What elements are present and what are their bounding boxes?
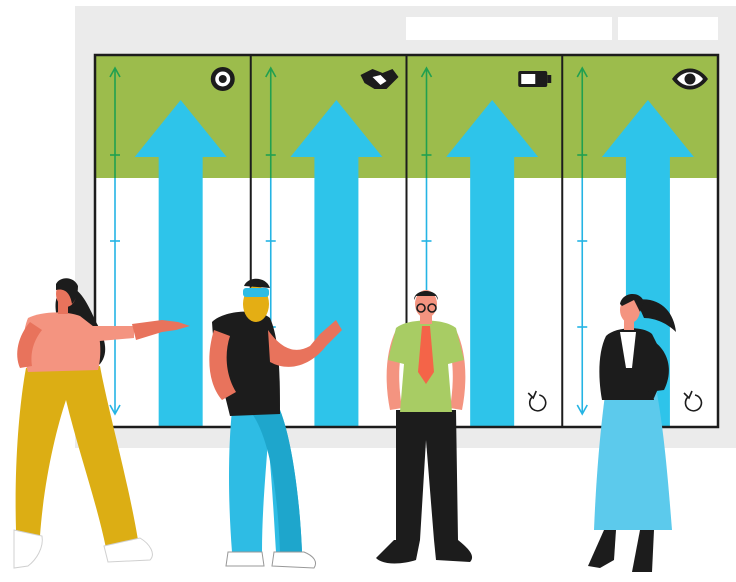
top-bar-field-2 — [618, 17, 718, 40]
top-bar-field-1 — [406, 17, 612, 40]
target-icon — [210, 67, 235, 91]
battery-icon — [518, 71, 552, 87]
